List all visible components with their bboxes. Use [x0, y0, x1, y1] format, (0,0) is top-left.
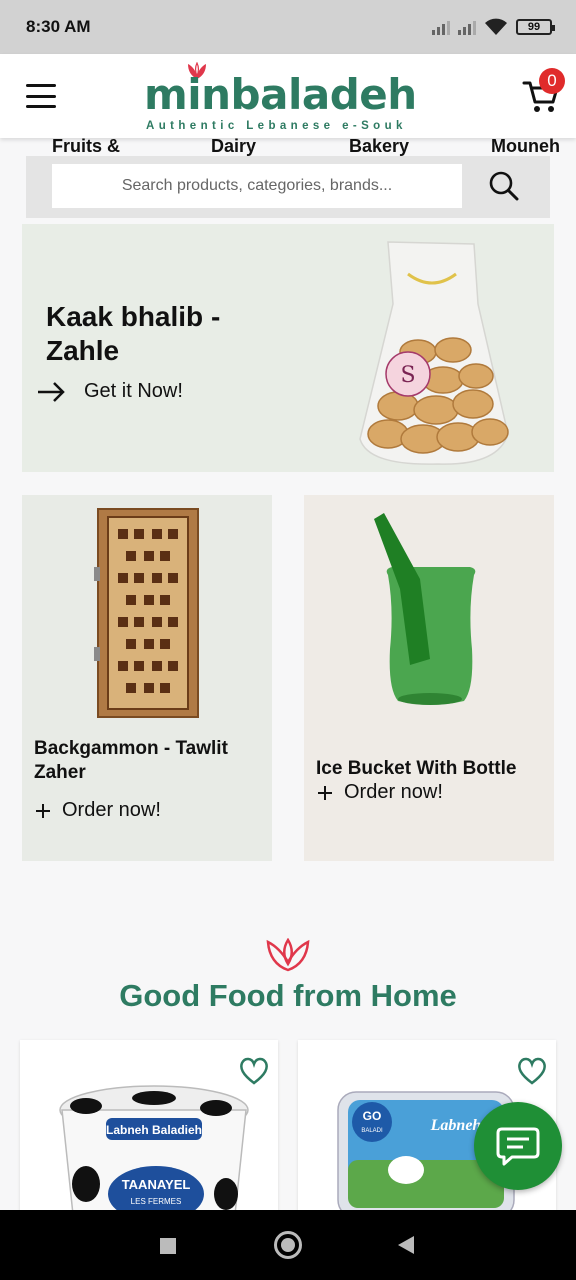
category-mouneh[interactable]: Mouneh: [491, 138, 560, 157]
category-tabs: Fruits & Dairy Bakery Mouneh: [0, 138, 576, 158]
promo-ice-bucket[interactable]: Ice Bucket With Bottle Order now!: [304, 495, 554, 861]
labneh-tub-image: Labneh Baladieh TAANAYEL LES FERMES: [59, 1085, 249, 1220]
recents-button[interactable]: [160, 1238, 176, 1254]
chat-icon: [496, 1127, 540, 1166]
hero-title: Kaak bhalib - Zahle: [46, 301, 221, 366]
menu-icon[interactable]: [26, 84, 56, 108]
status-icons: 99: [432, 18, 555, 36]
product-brand: TAANAYEL: [122, 1177, 191, 1192]
status-bar: 8:30 AM 99: [0, 0, 576, 54]
section-title: Good Food from Home: [119, 978, 457, 1013]
product-brand: GO: [363, 1109, 382, 1123]
heart-icon[interactable]: [516, 1056, 548, 1086]
product-brand-line: LES FERMES: [131, 1197, 182, 1206]
promo-cta[interactable]: Order now!: [34, 799, 161, 822]
svg-text:S: S: [400, 363, 415, 388]
plus-icon: [318, 785, 332, 800]
flower-icon: [266, 938, 310, 972]
wifi-icon: [485, 18, 507, 35]
promo-cta-label: Order now!: [62, 799, 161, 821]
hero-cta-label: Get it Now!: [84, 380, 183, 402]
search-icon[interactable]: [488, 170, 520, 202]
signal-icon: [432, 19, 450, 35]
status-time: 8:30 AM: [26, 17, 91, 36]
category-dairy[interactable]: Dairy: [211, 138, 256, 157]
plus-icon: [36, 803, 50, 818]
back-button[interactable]: [396, 1234, 416, 1256]
product-brand-sub: Labneh Baladieh: [106, 1123, 202, 1137]
product-card[interactable]: Labneh Baladieh TAANAYEL LES FERMES: [20, 1040, 278, 1220]
promo-cta-label: Order now!: [344, 781, 443, 803]
hero-cta[interactable]: Get it Now!: [36, 380, 183, 403]
product-name: Labneh: [430, 1117, 482, 1134]
app-header: minbaladeh Authentic Lebanese e-Souk: [0, 54, 576, 138]
category-bakery[interactable]: Bakery: [349, 138, 409, 157]
chat-button[interactable]: [474, 1102, 562, 1190]
arrow-right-icon: [38, 381, 65, 402]
system-nav-bar: [0, 1210, 576, 1280]
logo-tagline: Authentic Lebanese e-Souk: [146, 120, 407, 132]
ice-bucket-image: [374, 513, 476, 705]
battery-level: 99: [527, 21, 541, 33]
promo-title: Backgammon - Tawlit Zaher: [34, 738, 228, 783]
logo-text: minbaladeh: [144, 70, 417, 119]
home-button[interactable]: [274, 1231, 302, 1259]
battery-icon: 99: [516, 19, 555, 35]
heart-icon[interactable]: [238, 1056, 270, 1086]
backgammon-image: [94, 508, 199, 718]
cart-badge: 0: [539, 68, 565, 94]
search-input[interactable]: [52, 164, 462, 208]
promo-cta[interactable]: Order now!: [316, 781, 443, 804]
promo-backgammon[interactable]: Backgammon - Tawlit Zaher Order now!: [22, 495, 272, 861]
category-fruits[interactable]: Fruits &: [52, 138, 120, 157]
signal-icon-2: [458, 19, 476, 35]
product-brand-sub: BALADI: [361, 1128, 383, 1134]
promo-title: Ice Bucket With Bottle: [316, 758, 517, 779]
logo[interactable]: minbaladeh Authentic Lebanese e-Souk: [140, 62, 440, 132]
search-bar: [26, 156, 550, 218]
kaak-bag-image: S: [359, 241, 509, 465]
hero-banner[interactable]: Kaak bhalib - Zahle Get it Now! S: [22, 224, 554, 472]
